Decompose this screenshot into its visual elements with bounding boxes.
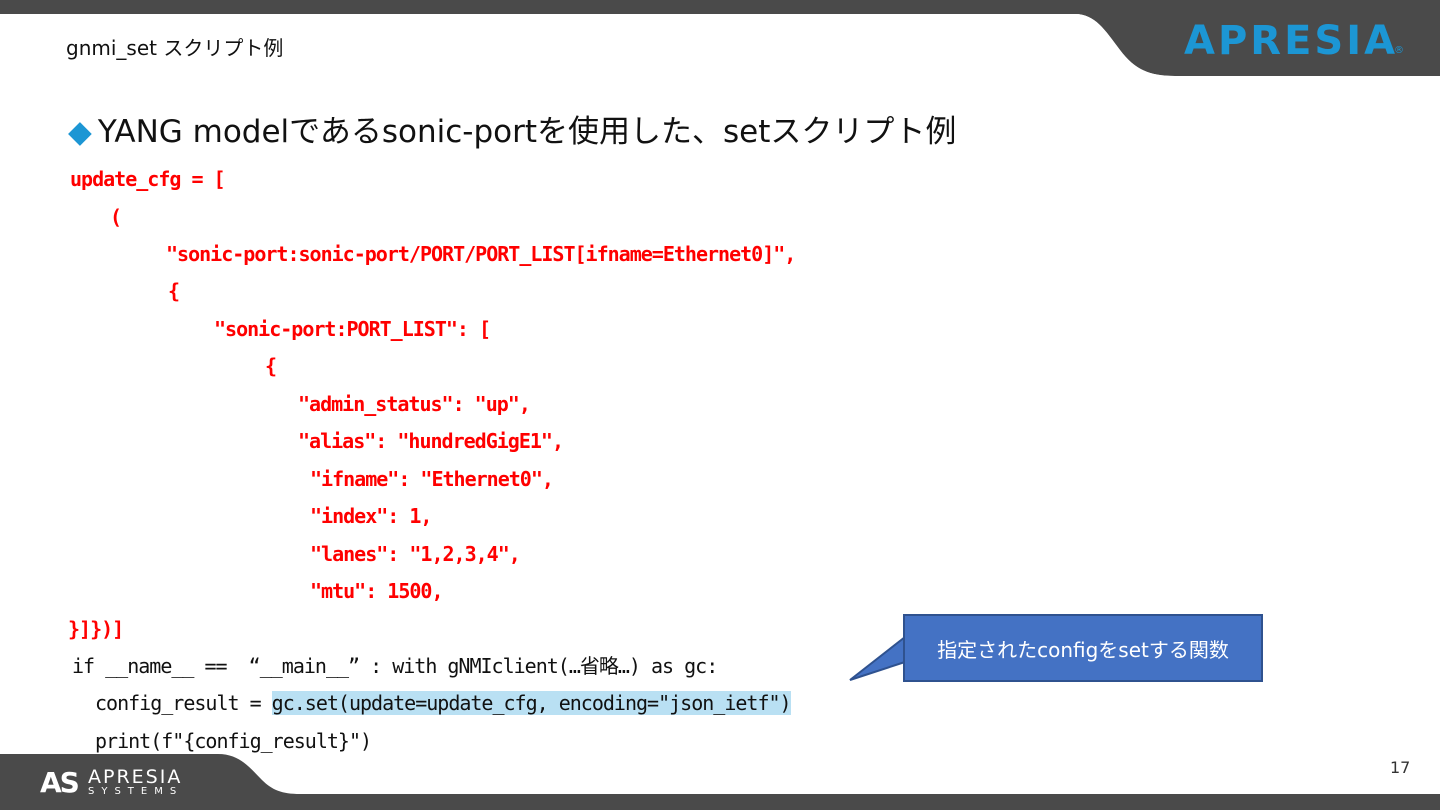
footer-shape [0, 754, 1440, 810]
footer-logo-sub: SYSTEMS [88, 786, 184, 797]
footer-logo-name: APRESIA [88, 766, 183, 788]
footer-bar [0, 794, 1440, 810]
footer-logo-mark: AS [40, 766, 80, 799]
